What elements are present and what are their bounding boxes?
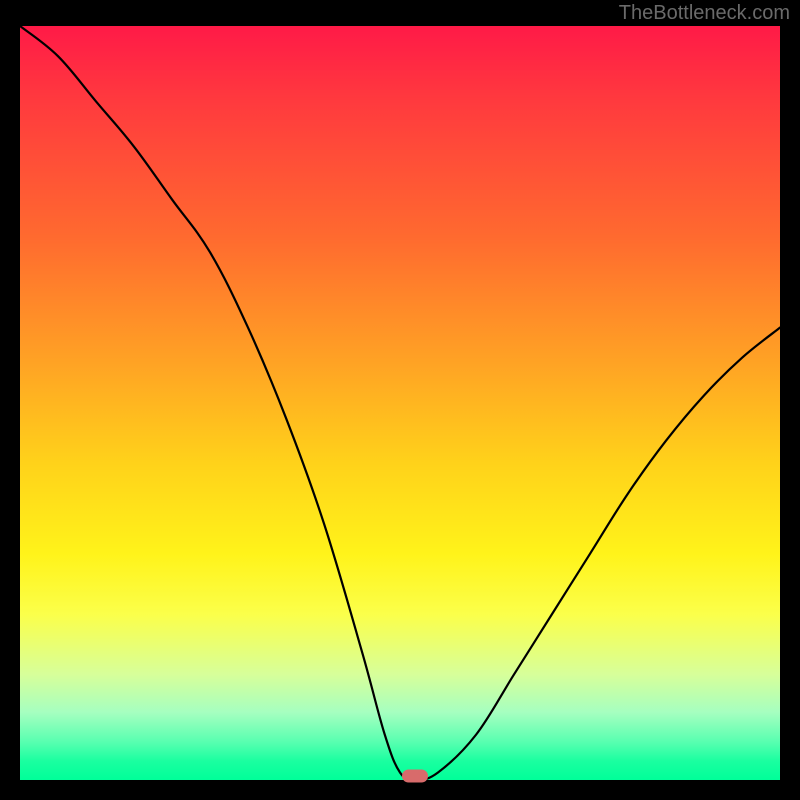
bottleneck-curve — [20, 26, 780, 780]
attribution-text: TheBottleneck.com — [619, 2, 790, 25]
optimal-point-marker — [402, 770, 428, 783]
plot-area — [20, 26, 780, 780]
curve-path — [20, 26, 780, 780]
chart-frame: TheBottleneck.com — [0, 0, 800, 800]
